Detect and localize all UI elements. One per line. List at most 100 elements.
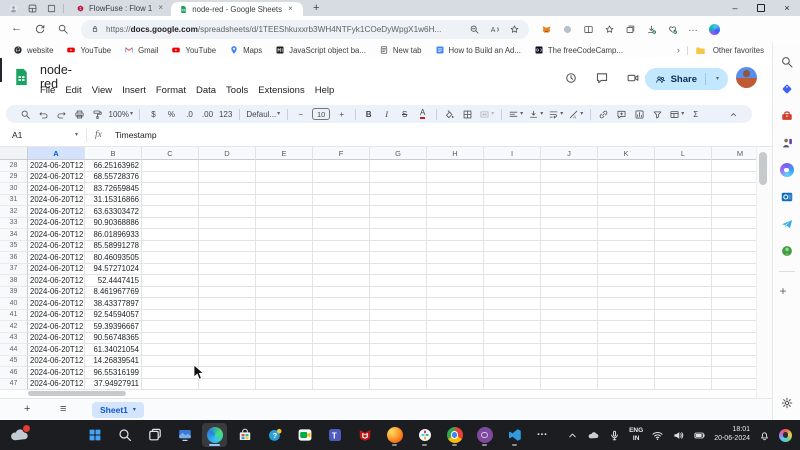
cell-I45[interactable] bbox=[484, 356, 541, 368]
wifi-icon[interactable] bbox=[651, 429, 664, 442]
format-percent-button[interactable]: % bbox=[162, 107, 180, 121]
cell-K37[interactable] bbox=[598, 264, 655, 276]
cell-M33[interactable] bbox=[712, 218, 756, 230]
browser-tab[interactable]: FlowFuse : Flow 1× bbox=[70, 0, 171, 16]
cell-B29[interactable]: 68.55728376 bbox=[85, 172, 142, 184]
cell-H28[interactable] bbox=[427, 160, 484, 172]
cell-B39[interactable]: 8.461967769 bbox=[85, 287, 142, 299]
cell-B47[interactable]: 37.94927911 bbox=[85, 379, 142, 391]
cell-K30[interactable] bbox=[598, 183, 655, 195]
cell-G35[interactable] bbox=[370, 241, 427, 253]
decrease-decimal-button[interactable]: .0 bbox=[180, 107, 198, 121]
cell-A37[interactable]: 2024-06-20T12:2 bbox=[28, 264, 85, 276]
cell-E31[interactable] bbox=[256, 195, 313, 207]
zoom-select[interactable]: 100%▾ bbox=[106, 107, 135, 121]
cell-G46[interactable] bbox=[370, 367, 427, 379]
insert-link-button[interactable] bbox=[595, 107, 613, 121]
cell-I31[interactable] bbox=[484, 195, 541, 207]
user-avatar[interactable] bbox=[736, 67, 757, 88]
cell-C33[interactable] bbox=[142, 218, 199, 230]
cell-F41[interactable] bbox=[313, 310, 370, 322]
cell-I40[interactable] bbox=[484, 298, 541, 310]
cell-I47[interactable] bbox=[484, 379, 541, 391]
column-header-C[interactable]: C bbox=[142, 147, 199, 160]
bold-button[interactable]: B bbox=[360, 107, 378, 121]
browser-essentials-icon[interactable] bbox=[667, 24, 678, 35]
cell-B34[interactable]: 86.01896933 bbox=[85, 229, 142, 241]
cell-G38[interactable] bbox=[370, 275, 427, 287]
sidebar-assistant-icon[interactable] bbox=[780, 136, 794, 150]
cell-M29[interactable] bbox=[712, 172, 756, 184]
cell-L39[interactable] bbox=[655, 287, 712, 299]
bookmarks-overflow-icon[interactable]: › bbox=[677, 45, 680, 55]
font-size-decrease-button[interactable]: − bbox=[292, 107, 310, 121]
sidebar-toolbox-icon[interactable] bbox=[780, 109, 794, 123]
cell-F44[interactable] bbox=[313, 344, 370, 356]
cell-A31[interactable]: 2024-06-20T12:2 bbox=[28, 195, 85, 207]
cell-L34[interactable] bbox=[655, 229, 712, 241]
cell-C42[interactable] bbox=[142, 321, 199, 333]
cell-D45[interactable] bbox=[199, 356, 256, 368]
cell-L44[interactable] bbox=[655, 344, 712, 356]
sidebar-games-icon[interactable] bbox=[780, 244, 794, 258]
cell-I37[interactable] bbox=[484, 264, 541, 276]
cell-K29[interactable] bbox=[598, 172, 655, 184]
cell-H42[interactable] bbox=[427, 321, 484, 333]
cell-F29[interactable] bbox=[313, 172, 370, 184]
menu-insert[interactable]: Insert bbox=[117, 83, 151, 98]
cell-C32[interactable] bbox=[142, 206, 199, 218]
cell-M37[interactable] bbox=[712, 264, 756, 276]
undo-button[interactable] bbox=[34, 107, 52, 121]
notifications-icon[interactable] bbox=[758, 429, 771, 442]
cell-G42[interactable] bbox=[370, 321, 427, 333]
horizontal-align-button[interactable]: ▾ bbox=[506, 107, 526, 121]
cell-A33[interactable]: 2024-06-20T12:2 bbox=[28, 218, 85, 230]
widgets-weather-icon[interactable] bbox=[9, 425, 29, 445]
cell-B45[interactable]: 14.26839541 bbox=[85, 356, 142, 368]
cell-L36[interactable] bbox=[655, 252, 712, 264]
cell-K39[interactable] bbox=[598, 287, 655, 299]
metamask-icon[interactable] bbox=[541, 24, 552, 35]
cell-E35[interactable] bbox=[256, 241, 313, 253]
menu-help[interactable]: Help bbox=[310, 83, 340, 98]
tab-actions-icon[interactable] bbox=[46, 3, 57, 14]
bookmark-item[interactable]: website bbox=[13, 45, 53, 55]
cell-J46[interactable] bbox=[541, 367, 598, 379]
row-header-42[interactable]: 42 bbox=[0, 321, 28, 333]
comments-icon[interactable] bbox=[595, 71, 609, 85]
cell-I33[interactable] bbox=[484, 218, 541, 230]
add-sheet-icon[interactable]: + bbox=[24, 404, 36, 416]
task-view-button[interactable] bbox=[142, 423, 167, 447]
cell-C35[interactable] bbox=[142, 241, 199, 253]
cell-F36[interactable] bbox=[313, 252, 370, 264]
cell-H33[interactable] bbox=[427, 218, 484, 230]
minimize-button[interactable]: – bbox=[722, 0, 748, 16]
cell-M28[interactable] bbox=[712, 160, 756, 172]
read-aloud-icon[interactable]: A bbox=[489, 24, 500, 35]
cell-L40[interactable] bbox=[655, 298, 712, 310]
cell-B42[interactable]: 59.39396667 bbox=[85, 321, 142, 333]
cell-L43[interactable] bbox=[655, 333, 712, 345]
zoom-page-icon[interactable] bbox=[469, 24, 480, 35]
cell-D32[interactable] bbox=[199, 206, 256, 218]
sheets-logo-icon[interactable] bbox=[11, 63, 32, 91]
cell-F46[interactable] bbox=[313, 367, 370, 379]
cell-E37[interactable] bbox=[256, 264, 313, 276]
cell-E36[interactable] bbox=[256, 252, 313, 264]
views-button[interactable]: ▾ bbox=[667, 107, 687, 121]
cell-D36[interactable] bbox=[199, 252, 256, 264]
cell-J37[interactable] bbox=[541, 264, 598, 276]
cell-L38[interactable] bbox=[655, 275, 712, 287]
vscode-app[interactable] bbox=[502, 423, 527, 447]
taskbar-clock[interactable]: 18:0120-06-2024 bbox=[714, 426, 750, 444]
column-header-M[interactable]: M bbox=[712, 147, 756, 160]
column-header-B[interactable]: B bbox=[85, 147, 142, 160]
microsoft-store-app[interactable] bbox=[232, 423, 257, 447]
cell-L32[interactable] bbox=[655, 206, 712, 218]
nav-search-button[interactable] bbox=[57, 23, 69, 35]
cell-A38[interactable]: 2024-06-20T12:2 bbox=[28, 275, 85, 287]
cell-I44[interactable] bbox=[484, 344, 541, 356]
cell-F42[interactable] bbox=[313, 321, 370, 333]
row-header-33[interactable]: 33 bbox=[0, 218, 28, 230]
volume-icon[interactable] bbox=[672, 429, 685, 442]
